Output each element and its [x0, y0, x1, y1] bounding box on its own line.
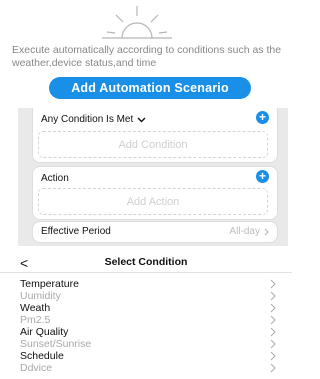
chevron-right-icon [270, 351, 276, 361]
list-item-humidity[interactable]: Uumidity [20, 290, 276, 302]
add-condition-button[interactable]: Add Condition [38, 131, 268, 158]
scenario-panel: Execute automatically according to condi… [0, 0, 292, 250]
chevron-right-icon [270, 339, 276, 349]
list-item-pm25[interactable]: Pm2.5 [20, 314, 276, 326]
list-item-schedule[interactable]: Schedule [20, 350, 276, 362]
chevron-right-icon [270, 291, 276, 301]
action-card: Action + Add Action [32, 166, 278, 220]
chevron-right-icon [270, 303, 276, 313]
list-item-sunset-sunrise[interactable]: Sunset/Sunrise [20, 338, 276, 350]
add-action-button[interactable]: Add Action [38, 188, 268, 215]
add-action-plus-icon[interactable]: + [256, 170, 269, 183]
effective-period-label: Effective Period [41, 226, 111, 237]
list-item-label: Ddvice [20, 362, 53, 374]
list-item-label: Pm2.5 [20, 314, 51, 326]
add-automation-scenario-button[interactable]: Add Automation Scenario [49, 77, 251, 99]
list-item-weather[interactable]: Weath [20, 302, 276, 314]
effective-period-value-group: All-day [229, 226, 269, 237]
condition-card: Any Condition Is Met + Add Condition [32, 108, 278, 163]
condition-list: Temperature Uumidity Weath Pm2.5 Air Qua… [20, 278, 276, 374]
list-item-label: Weath [20, 302, 51, 314]
list-item-temperature[interactable]: Temperature [20, 278, 276, 290]
chevron-right-icon [270, 315, 276, 325]
scenario-description: Execute automatically according to condi… [12, 44, 282, 69]
list-item-label: Schedule [20, 350, 64, 362]
list-item-label: Uumidity [20, 290, 61, 302]
condition-mode-selector[interactable]: Any Condition Is Met [41, 114, 146, 125]
chevron-right-icon [264, 228, 269, 235]
action-title: Action [41, 173, 69, 184]
effective-period-row[interactable]: Effective Period All-day [32, 221, 278, 243]
chevron-right-icon [270, 327, 276, 337]
list-item-device[interactable]: Ddvice [20, 362, 276, 374]
list-item-label: Sunset/Sunrise [20, 338, 92, 350]
chevron-right-icon [270, 279, 276, 289]
list-item-label: Air Quality [20, 326, 69, 338]
list-item-air-quality[interactable]: Air Quality [20, 326, 276, 338]
chevron-down-icon [137, 117, 146, 122]
page-title: Select Condition [104, 256, 188, 268]
sun-icon [102, 6, 172, 39]
select-condition-header: < Select Condition [0, 254, 292, 273]
chevron-right-icon [270, 363, 276, 373]
condition-mode-label: Any Condition Is Met [41, 114, 134, 125]
list-item-label: Temperature [20, 278, 79, 290]
add-condition-plus-icon[interactable]: + [256, 111, 269, 124]
effective-period-value: All-day [229, 226, 260, 237]
